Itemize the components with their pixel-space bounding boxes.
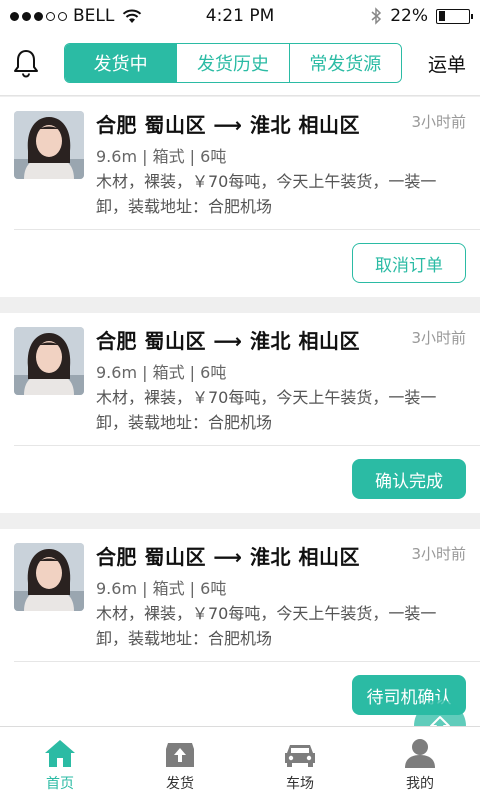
carrier-name: BELL bbox=[73, 6, 115, 26]
tab-mine[interactable]: 我的 bbox=[360, 727, 480, 800]
signal-strength-icon bbox=[10, 11, 67, 21]
battery-percent: 22% bbox=[390, 6, 428, 26]
user-icon bbox=[405, 739, 435, 768]
order-card[interactable]: 合肥 蜀山区 ⟶ 淮北 相山区 3小时前 9.6m | 箱式 | 6吨 木材，裸… bbox=[0, 313, 480, 513]
order-card[interactable]: 合肥 蜀山区 ⟶ 淮北 相山区 3小时前 9.6m | 箱式 | 6吨 木材，裸… bbox=[0, 529, 480, 726]
time-ago: 3小时前 bbox=[411, 545, 466, 563]
tab-frequent-sources[interactable]: 常发货源 bbox=[289, 44, 401, 82]
tab-shipping[interactable]: 发货中 bbox=[65, 44, 178, 82]
cargo-description: 木材，裸装，￥70每吨，今天上午装货，一装一卸，装载地址：合肥机场 bbox=[96, 172, 437, 216]
home-icon bbox=[45, 740, 75, 767]
vehicle-specs: 9.6m | 箱式 | 6吨 bbox=[96, 579, 227, 598]
tab-label: 首页 bbox=[46, 776, 74, 792]
tab-label: 发货 bbox=[166, 776, 194, 792]
time-ago: 3小时前 bbox=[411, 329, 466, 347]
waybill-button[interactable]: 运单 bbox=[428, 50, 466, 77]
bluetooth-icon bbox=[371, 7, 382, 25]
nav-bar: 发货中 发货历史 常发货源 运单 bbox=[0, 32, 480, 96]
route: 合肥 蜀山区 ⟶ 淮北 相山区 bbox=[96, 113, 361, 137]
status-bar: BELL 4:21 PM 22% bbox=[0, 0, 480, 32]
vehicle-specs: 9.6m | 箱式 | 6吨 bbox=[96, 147, 227, 166]
avatar bbox=[14, 327, 84, 395]
route: 合肥 蜀山区 ⟶ 淮北 相山区 bbox=[96, 329, 361, 353]
route: 合肥 蜀山区 ⟶ 淮北 相山区 bbox=[96, 545, 361, 569]
avatar bbox=[14, 543, 84, 611]
tab-shipping-history[interactable]: 发货历史 bbox=[177, 44, 290, 82]
cancel-order-button[interactable]: 取消订单 bbox=[352, 243, 466, 283]
bell-icon[interactable] bbox=[12, 48, 40, 78]
tab-label: 车场 bbox=[286, 776, 314, 792]
wifi-icon bbox=[123, 9, 142, 23]
tab-bar: 首页 发货 车场 我的 bbox=[0, 726, 480, 800]
tab-ship[interactable]: 发货 bbox=[120, 727, 240, 800]
tab-home[interactable]: 首页 bbox=[0, 727, 120, 800]
confirm-complete-button[interactable]: 确认完成 bbox=[352, 459, 466, 499]
divider bbox=[14, 661, 480, 662]
cargo-description: 木材，裸装，￥70每吨，今天上午装货，一装一卸，装载地址：合肥机场 bbox=[96, 604, 437, 648]
divider bbox=[14, 229, 480, 230]
order-card[interactable]: 合肥 蜀山区 ⟶ 淮北 相山区 3小时前 9.6m | 箱式 | 6吨 木材，裸… bbox=[0, 97, 480, 297]
upload-box-icon bbox=[166, 743, 194, 767]
avatar bbox=[14, 111, 84, 179]
time-ago: 3小时前 bbox=[411, 113, 466, 131]
car-icon bbox=[285, 745, 315, 767]
divider bbox=[14, 445, 480, 446]
battery-icon bbox=[436, 8, 473, 24]
vehicle-specs: 9.6m | 箱式 | 6吨 bbox=[96, 363, 227, 382]
order-list: 合肥 蜀山区 ⟶ 淮北 相山区 3小时前 9.6m | 箱式 | 6吨 木材，裸… bbox=[0, 97, 480, 726]
segmented-control: 发货中 发货历史 常发货源 bbox=[64, 43, 402, 83]
tab-parking[interactable]: 车场 bbox=[240, 727, 360, 800]
cargo-description: 木材，裸装，￥70每吨，今天上午装货，一装一卸，装载地址：合肥机场 bbox=[96, 388, 437, 432]
tab-label: 我的 bbox=[406, 776, 434, 792]
